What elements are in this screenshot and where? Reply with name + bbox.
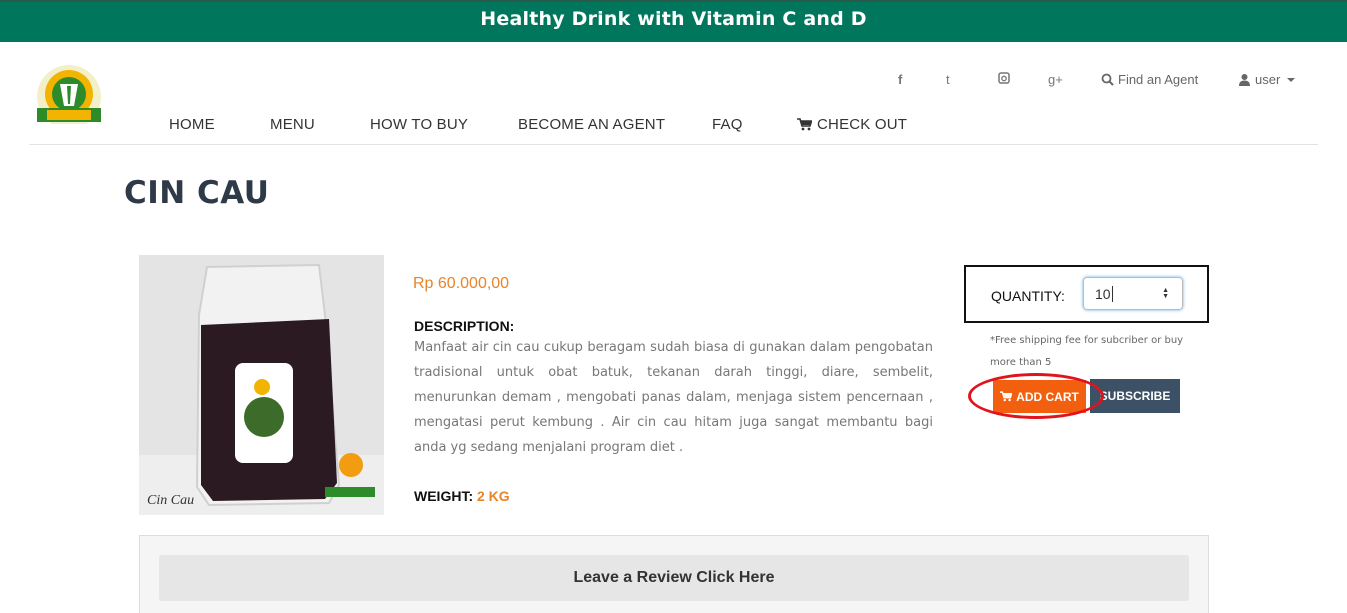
nav-become-agent[interactable]: BECOME AN AGENT bbox=[518, 116, 665, 133]
weight-value: 2 KG bbox=[477, 488, 510, 504]
twitter-icon[interactable]: t bbox=[946, 72, 950, 87]
description-label: DESCRIPTION: bbox=[414, 318, 515, 334]
add-cart-button[interactable]: ADD CART bbox=[993, 380, 1086, 413]
nav-faq[interactable]: FAQ bbox=[712, 116, 743, 133]
user-icon bbox=[1239, 74, 1250, 86]
nav-checkout-label: CHECK OUT bbox=[817, 116, 908, 133]
nav-checkout[interactable]: CHECK OUT bbox=[797, 116, 907, 133]
cart-icon bbox=[797, 118, 812, 131]
leave-review-button[interactable]: Leave a Review Click Here bbox=[159, 555, 1189, 601]
image-caption: Cin Cau bbox=[147, 493, 195, 508]
weight-label: WEIGHT: bbox=[414, 488, 474, 504]
instagram-icon[interactable] bbox=[998, 72, 1010, 87]
product-image: Cin Cau bbox=[139, 255, 384, 515]
find-agent-link[interactable]: Find an Agent bbox=[1101, 72, 1198, 87]
nav-how-to-buy[interactable]: HOW TO BUY bbox=[370, 116, 468, 133]
shipping-note: *Free shipping fee for subcriber or buy … bbox=[990, 335, 1184, 368]
banner-text: Healthy Drink with Vitamin C and D bbox=[480, 8, 867, 30]
review-section: Leave a Review Click Here bbox=[139, 535, 1209, 613]
quantity-box: QUANTITY: 10 ▲ ▼ bbox=[964, 265, 1209, 323]
search-icon bbox=[1101, 73, 1114, 86]
nav-menu[interactable]: MENU bbox=[270, 116, 315, 133]
quantity-label: QUANTITY: bbox=[991, 288, 1065, 304]
weight-info: WEIGHT: 2 KG bbox=[414, 488, 510, 504]
cart-icon bbox=[1000, 391, 1013, 402]
add-cart-label: ADD CART bbox=[1016, 389, 1079, 404]
chevron-down-icon bbox=[1287, 77, 1296, 82]
description-text: Manfaat air cin cau cukup beragam sudah … bbox=[414, 340, 933, 455]
user-label: user bbox=[1255, 72, 1281, 87]
leaf-cup-logo-icon[interactable] bbox=[33, 64, 105, 132]
text-cursor bbox=[1111, 285, 1113, 302]
quantity-stepper[interactable]: 10 ▲ ▼ bbox=[1083, 277, 1183, 310]
nav-home[interactable]: HOME bbox=[169, 116, 215, 133]
user-menu[interactable]: user bbox=[1238, 72, 1296, 87]
product-price: Rp 60.000,00 bbox=[413, 275, 510, 292]
find-agent-label: Find an Agent bbox=[1118, 72, 1199, 87]
googleplus-icon[interactable]: g+ bbox=[1048, 72, 1063, 87]
spinner-icon[interactable]: ▲ ▼ bbox=[1162, 287, 1169, 300]
quantity-value: 10 bbox=[1095, 285, 1111, 302]
top-banner: Healthy Drink with Vitamin C and D bbox=[0, 0, 1347, 42]
page-title: CIN CAU bbox=[124, 175, 270, 211]
subscribe-button[interactable]: SUBSCRIBE bbox=[1090, 379, 1180, 413]
header-divider bbox=[29, 144, 1318, 145]
facebook-icon[interactable]: f bbox=[898, 72, 902, 87]
